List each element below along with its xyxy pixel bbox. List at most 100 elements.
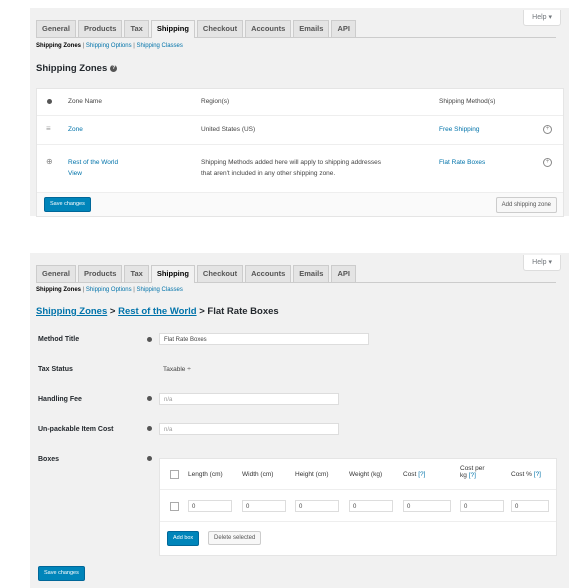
column-cost-per-kg: Cost per kg [?] bbox=[460, 465, 485, 479]
box-cost-per-kg-input[interactable]: 0 bbox=[460, 500, 504, 512]
box-length-input[interactable]: 0 bbox=[188, 500, 232, 512]
tab-accounts[interactable]: Accounts bbox=[245, 20, 292, 37]
shipping-zones-table: Zone Name Region(s) Shipping Method(s) ≡… bbox=[36, 88, 564, 217]
row-checkbox[interactable] bbox=[170, 502, 179, 511]
save-changes-button[interactable]: Save changes bbox=[38, 566, 85, 581]
column-cost-text: Cost bbox=[403, 471, 417, 478]
settings-tabs: General Products Tax Shipping Checkout A… bbox=[36, 20, 556, 38]
add-method-icon[interactable]: + bbox=[543, 125, 552, 134]
box-cost-input[interactable]: 0 bbox=[403, 500, 451, 512]
handling-fee-input[interactable]: n/a bbox=[159, 393, 339, 405]
tab-products[interactable]: Products bbox=[77, 265, 123, 282]
column-shipping-methods: Shipping Method(s) bbox=[439, 98, 496, 105]
add-method-icon[interactable]: + bbox=[543, 158, 552, 167]
tab-checkout[interactable]: Checkout bbox=[196, 265, 244, 282]
select-all-checkbox[interactable] bbox=[170, 470, 179, 479]
shipping-zones-panel: Help ▾ General Products Tax Shipping Che… bbox=[30, 8, 569, 217]
delete-selected-button[interactable]: Delete selected bbox=[208, 531, 262, 545]
subnav-separator: | bbox=[82, 43, 85, 49]
breadcrumb-current: Flat Rate Boxes bbox=[207, 306, 279, 317]
subnav-separator: | bbox=[133, 287, 135, 293]
subnav-shipping-zones[interactable]: Shipping Zones bbox=[36, 43, 81, 49]
column-weight: Weight (kg) bbox=[349, 471, 383, 478]
column-height: Height (cm) bbox=[295, 471, 329, 478]
divider bbox=[160, 489, 556, 490]
tab-shipping[interactable]: Shipping bbox=[150, 20, 195, 38]
tax-status-label: Tax Status bbox=[38, 366, 73, 373]
tab-products[interactable]: Products bbox=[77, 20, 123, 37]
table-row: ⊕ Rest of the World View Shipping Method… bbox=[37, 145, 563, 193]
help-tip-icon[interactable] bbox=[147, 426, 152, 431]
method-title-input[interactable]: Flat Rate Boxes bbox=[159, 333, 369, 345]
tab-emails[interactable]: Emails bbox=[293, 20, 330, 37]
help-tip-icon[interactable] bbox=[47, 99, 52, 104]
add-box-button[interactable]: Add box bbox=[167, 531, 200, 546]
tab-tax[interactable]: Tax bbox=[124, 20, 149, 37]
help-tip-icon[interactable] bbox=[147, 337, 152, 342]
tab-checkout[interactable]: Checkout bbox=[196, 20, 244, 37]
shipping-subnav: Shipping Zones | Shipping Options | Ship… bbox=[36, 43, 183, 49]
zone-region-line-2: that aren't included in any other shippi… bbox=[201, 170, 336, 177]
method-title-label: Method Title bbox=[38, 336, 80, 343]
zone-region-line-1: Shipping Methods added here will apply t… bbox=[201, 159, 381, 166]
zone-name-link[interactable]: Rest of the World bbox=[68, 159, 118, 166]
cost-help-link[interactable]: [?] bbox=[418, 471, 425, 478]
breadcrumb-shipping-zones-link[interactable]: Shipping Zones bbox=[36, 306, 107, 317]
subnav-separator: | bbox=[133, 43, 135, 49]
column-cost-percent-text: Cost % bbox=[511, 471, 532, 478]
subnav-separator: | bbox=[82, 287, 85, 293]
breadcrumb-separator: > bbox=[109, 306, 116, 317]
zone-view-link[interactable]: View bbox=[68, 170, 82, 177]
tab-general[interactable]: General bbox=[36, 265, 76, 282]
help-tip-icon[interactable]: ? bbox=[110, 64, 118, 72]
table-header-row: Zone Name Region(s) Shipping Method(s) bbox=[37, 89, 563, 116]
column-zone-name: Zone Name bbox=[68, 98, 102, 105]
tab-general[interactable]: General bbox=[36, 20, 76, 37]
cost-percent-help-link[interactable]: [?] bbox=[534, 471, 541, 478]
subnav-shipping-options[interactable]: Shipping Options bbox=[86, 287, 132, 293]
box-width-input[interactable]: 0 bbox=[242, 500, 286, 512]
boxes-label: Boxes bbox=[38, 456, 60, 463]
column-cost-percent: Cost % [?] bbox=[511, 471, 541, 478]
boxes-table: Length (cm) Width (cm) Height (cm) Weigh… bbox=[159, 458, 557, 556]
tab-api[interactable]: API bbox=[331, 265, 356, 282]
add-shipping-zone-button[interactable]: Add shipping zone bbox=[495, 197, 557, 213]
subnav-shipping-options[interactable]: Shipping Options bbox=[86, 43, 132, 49]
subnav-shipping-zones[interactable]: Shipping Zones bbox=[36, 287, 81, 293]
subnav-shipping-classes[interactable]: Shipping Classes bbox=[137, 43, 183, 49]
page-title: Shipping Zones? bbox=[36, 63, 118, 74]
subnav-shipping-classes[interactable]: Shipping Classes bbox=[137, 287, 183, 293]
zone-method-link[interactable]: Flat Rate Boxes bbox=[439, 159, 485, 166]
drag-handle-icon[interactable]: ≡ bbox=[46, 124, 51, 133]
box-cost-percent-input[interactable]: 0 bbox=[511, 500, 549, 512]
column-width: Width (cm) bbox=[242, 471, 274, 478]
column-cost-per-kg-line-2: kg bbox=[460, 472, 467, 479]
table-footer: Save changes Add shipping zone bbox=[37, 193, 563, 216]
column-regions: Region(s) bbox=[201, 98, 230, 105]
column-cost-per-kg-line-1: Cost per bbox=[460, 465, 485, 472]
tab-tax[interactable]: Tax bbox=[124, 265, 149, 282]
box-weight-input[interactable]: 0 bbox=[349, 500, 393, 512]
tax-status-select[interactable]: Taxable ÷ bbox=[163, 366, 191, 373]
breadcrumb-separator: > bbox=[199, 306, 205, 317]
tab-api[interactable]: API bbox=[331, 20, 356, 37]
cost-per-kg-help-link[interactable]: [?] bbox=[469, 472, 476, 479]
unpackable-item-cost-label: Un-packable Item Cost bbox=[38, 426, 114, 433]
tab-emails[interactable]: Emails bbox=[293, 265, 330, 282]
breadcrumb-rest-of-world-link[interactable]: Rest of the World bbox=[118, 306, 196, 317]
shipping-subnav: Shipping Zones | Shipping Options | Ship… bbox=[36, 287, 183, 293]
save-changes-button[interactable]: Save changes bbox=[44, 197, 91, 212]
unpackable-item-cost-input[interactable]: n/a bbox=[159, 423, 339, 435]
tab-shipping[interactable]: Shipping bbox=[150, 265, 195, 283]
handling-fee-label: Handling Fee bbox=[38, 396, 82, 403]
help-tip-icon[interactable] bbox=[147, 396, 152, 401]
tab-accounts[interactable]: Accounts bbox=[245, 265, 292, 282]
zone-method-link[interactable]: Free Shipping bbox=[439, 126, 479, 133]
table-row: ≡ Zone United States (US) Free Shipping … bbox=[37, 116, 563, 145]
zone-name-link[interactable]: Zone bbox=[68, 126, 83, 133]
box-height-input[interactable]: 0 bbox=[295, 500, 339, 512]
column-length: Length (cm) bbox=[188, 471, 223, 478]
column-cost: Cost [?] bbox=[403, 471, 425, 478]
help-tip-icon[interactable] bbox=[147, 456, 152, 461]
zone-region: United States (US) bbox=[201, 126, 256, 133]
